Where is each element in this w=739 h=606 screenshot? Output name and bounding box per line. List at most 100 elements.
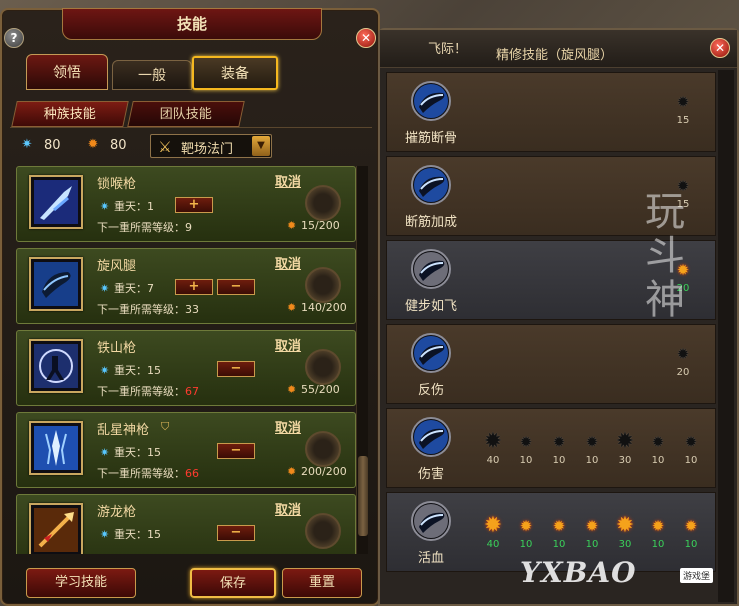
talent-skill-icon[interactable] bbox=[411, 81, 451, 121]
talent-star-node[interactable]: ✹ 10 bbox=[578, 431, 606, 466]
chevron-down-icon[interactable]: ▼ bbox=[252, 136, 270, 156]
talent-star-node[interactable]: ✹ 40 bbox=[479, 431, 507, 467]
save-button[interactable]: 保存 bbox=[190, 568, 276, 598]
skill-card-xuanfengtui: 旋风腿 取消 ✷ 重天：7 + − 下一重所需等级：33 ✹ 140/200 bbox=[16, 248, 356, 324]
skill-icon-frame[interactable] bbox=[29, 421, 83, 475]
subtab-team-skills[interactable]: 团队技能 bbox=[127, 101, 245, 127]
skill-list: 锁喉枪 取消 ✷ 重天：1 + 下一重所需等级：9 ✹ 15/200 旋风腿 取… bbox=[10, 166, 356, 554]
sect-select[interactable]: ⚔ 靶场法门 ▼ bbox=[150, 134, 272, 158]
tab-lingwu[interactable]: 领悟 bbox=[26, 54, 108, 90]
plus-button[interactable]: + bbox=[175, 279, 213, 295]
plus-button[interactable]: + bbox=[175, 197, 213, 213]
talent-star-node[interactable]: ✹ 10 bbox=[578, 515, 606, 550]
skill-level: 重天：15 bbox=[114, 364, 161, 377]
talent-star-node[interactable]: ✹ 30 bbox=[611, 429, 639, 467]
orange-star-icon: ✹ bbox=[287, 301, 297, 314]
subtab-race-skills[interactable]: 种族技能 bbox=[11, 101, 129, 127]
star-value: 10 bbox=[519, 455, 533, 466]
skill-icon-frame[interactable] bbox=[29, 175, 83, 229]
talent-star-node[interactable]: ✹ 15 bbox=[669, 91, 697, 126]
star-value: 40 bbox=[486, 539, 500, 550]
skill-level: 重天：15 bbox=[114, 528, 161, 541]
skill-name: 游龙枪 bbox=[97, 505, 137, 520]
orange-points-value: 80 bbox=[110, 138, 127, 153]
talent-star-node[interactable]: ✹ 40 bbox=[479, 515, 507, 551]
refine-header: 飞际！ 精修技能（旋风腿） bbox=[380, 30, 737, 68]
star-value: 10 bbox=[585, 539, 599, 550]
talent-star-node[interactable]: ✹ 10 bbox=[644, 431, 672, 466]
minus-button[interactable]: − bbox=[217, 525, 255, 541]
talent-star-node[interactable]: ✹ 10 bbox=[677, 431, 705, 466]
tab-zhuangbei[interactable]: 装备 bbox=[192, 56, 278, 90]
blue-star-icon: ✷ bbox=[100, 364, 110, 377]
star-icon: ✹ bbox=[552, 517, 566, 535]
skill-icon-frame[interactable] bbox=[29, 503, 83, 554]
talent-star-node[interactable]: ✹ 10 bbox=[677, 515, 705, 550]
star-value: 10 bbox=[585, 455, 599, 466]
warrior-icon bbox=[34, 344, 78, 388]
star-icon: ✹ bbox=[684, 517, 698, 535]
talent-skill-icon[interactable] bbox=[411, 501, 451, 541]
skill-slot[interactable] bbox=[305, 267, 341, 303]
help-button[interactable]: ? bbox=[4, 28, 24, 48]
close-button[interactable]: ✕ bbox=[356, 28, 376, 48]
close-button[interactable]: ✕ bbox=[710, 38, 730, 58]
skill-icon-frame[interactable] bbox=[29, 257, 83, 311]
talent-skill-icon[interactable] bbox=[411, 165, 451, 205]
learn-skill-button[interactable]: 学习技能 bbox=[26, 568, 136, 598]
sword-icon: ⚔ bbox=[158, 138, 172, 156]
next-level-requirement: 下一重所需等级：33 bbox=[97, 303, 199, 316]
star-value: 10 bbox=[651, 539, 665, 550]
star-icon: ✹ bbox=[552, 433, 566, 451]
cancel-link[interactable]: 取消 bbox=[275, 171, 301, 190]
skill-slot[interactable] bbox=[305, 185, 341, 221]
cancel-link[interactable]: 取消 bbox=[275, 253, 301, 272]
skill-list-scrollbar[interactable] bbox=[356, 166, 368, 554]
talent-name: 伤害 bbox=[417, 467, 444, 482]
site-logo-sub: 游戏堡 bbox=[680, 568, 714, 583]
talent-star-node[interactable]: ✹ 10 bbox=[545, 431, 573, 466]
skill-slot[interactable] bbox=[305, 431, 341, 467]
skill-cost: 15/200 bbox=[301, 219, 340, 232]
minus-button[interactable]: − bbox=[217, 361, 255, 377]
star-value: 10 bbox=[552, 539, 566, 550]
star-value: 10 bbox=[519, 539, 533, 550]
site-logo: YXBAO bbox=[520, 556, 637, 589]
scroll-thumb[interactable] bbox=[358, 456, 368, 536]
star-value: 30 bbox=[618, 455, 632, 466]
star-icon: ✹ bbox=[651, 517, 665, 535]
next-level-requirement: 下一重所需等级：9 bbox=[97, 221, 192, 234]
talent-name: 反伤 bbox=[417, 383, 444, 398]
dragon-spear-icon bbox=[34, 508, 78, 552]
talent-star-node[interactable]: ✹ 10 bbox=[545, 515, 573, 550]
cancel-link[interactable]: 取消 bbox=[275, 499, 301, 518]
talent-star-node[interactable]: ✹ 10 bbox=[644, 515, 672, 550]
star-value: 10 bbox=[651, 455, 665, 466]
talent-skill-icon[interactable] bbox=[411, 333, 451, 373]
talent-star-node[interactable]: ✹ 10 bbox=[512, 431, 540, 466]
talent-name: 断筋加成 bbox=[404, 215, 457, 230]
side-watermark: 玩 斗 神 bbox=[645, 189, 685, 323]
skill-cost: 55/200 bbox=[301, 383, 340, 396]
reset-button[interactable]: 重置 bbox=[282, 568, 362, 598]
next-level-requirement: 下一重所需等级：67 bbox=[97, 385, 199, 398]
star-icon: ✹ bbox=[615, 429, 635, 454]
skill-slot[interactable] bbox=[305, 349, 341, 385]
talent-skill-icon[interactable] bbox=[411, 417, 451, 457]
tab-yiban[interactable]: 一般 bbox=[112, 60, 192, 90]
blue-points-value: 80 bbox=[44, 138, 61, 153]
cancel-link[interactable]: 取消 bbox=[275, 335, 301, 354]
cancel-link[interactable]: 取消 bbox=[275, 417, 301, 436]
talent-star-node[interactable]: ✹ 10 bbox=[512, 515, 540, 550]
refine-scrollbar[interactable] bbox=[718, 70, 734, 602]
skill-slot[interactable] bbox=[305, 513, 341, 549]
minus-button[interactable]: − bbox=[217, 443, 255, 459]
minus-button[interactable]: − bbox=[217, 279, 255, 295]
skill-icon-frame[interactable] bbox=[29, 339, 83, 393]
talent-star-node[interactable]: ✹ 30 bbox=[611, 515, 639, 551]
skill-name: 旋风腿 bbox=[97, 259, 137, 274]
talent-skill-icon[interactable] bbox=[411, 249, 451, 289]
skill-level: 重天：1 bbox=[114, 200, 154, 213]
sub-tabs: 种族技能 团队技能 bbox=[10, 98, 372, 128]
window-title: 技能 bbox=[62, 8, 322, 40]
